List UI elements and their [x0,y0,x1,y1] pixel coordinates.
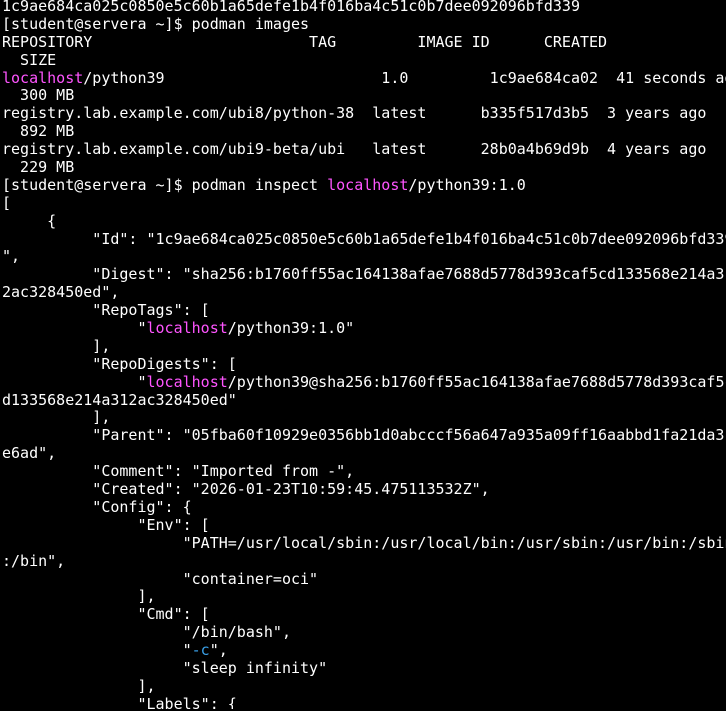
terminal-line: "PATH=/usr/local/sbin:/usr/local/bin:/us… [2,535,726,553]
terminal-text: d133568e214a312ac328450ed" [2,391,237,409]
terminal-text: "sleep infinity" [2,659,328,677]
highlighted-flag: -c [191,642,210,660]
terminal-line: "/bin/bash", [2,624,726,642]
terminal-line: "Comment": "Imported from -", [2,463,726,481]
terminal-line: "Env": [ [2,517,726,535]
terminal-line: "RepoDigests": [ [2,356,726,374]
terminal-line: ], [2,409,726,427]
terminal-text: /python39:1.0 [408,176,526,194]
terminal-line: [ [2,195,726,213]
terminal-line: registry.lab.example.com/ubi8/python-38 … [2,105,726,123]
terminal-window[interactable]: 1c9ae684ca025c0850e5c60b1a65defe1b4f016b… [0,0,726,709]
terminal-text: 1c9ae684ca025c0850e5c60b1a65defe1b4f016b… [2,0,580,15]
terminal-text: "Cmd": [ [2,606,210,624]
terminal-text: ], [2,409,111,427]
terminal-line: "-c", [2,642,726,660]
terminal-text: "Labels": { [2,695,237,709]
terminal-line: localhost/python39 1.0 1c9ae684ca02 41 s… [2,70,726,88]
terminal-text: "Id": "1c9ae684ca025c0850e5c60b1a65defe1… [2,230,726,248]
terminal-line: "Parent": "05fba60f10929e0356bb1d0abcccf… [2,427,726,445]
terminal-line: REPOSITORY TAG IMAGE ID CREATED [2,34,726,52]
terminal-line: d133568e214a312ac328450ed" [2,392,726,410]
highlighted-hostname: localhost [146,373,228,391]
terminal-line: "Created": "2026-01-23T10:59:45.47511353… [2,481,726,499]
terminal-text: [student@servera ~]$ podman inspect [2,176,328,194]
terminal-text: "Digest": "sha256:b1760ff55ac164138afae7… [2,266,726,284]
terminal-text: 300 MB [2,87,75,105]
terminal-line: "container=oci" [2,571,726,589]
terminal-text: "RepoTags": [ [2,302,210,320]
terminal-text: registry.lab.example.com/ubi9-beta/ubi l… [2,141,707,159]
terminal-line: "localhost/python39:1.0" [2,320,726,338]
terminal-line: "Cmd": [ [2,606,726,624]
terminal-line: 1c9ae684ca025c0850e5c60b1a65defe1b4f016b… [2,0,726,16]
terminal-text: ", [2,248,21,266]
terminal-line: SIZE [2,52,726,70]
terminal-line: [student@servera ~]$ podman images [2,16,726,34]
terminal-text: /python39 1.0 1c9ae684ca02 41 seconds ag… [83,69,726,87]
terminal-line: "sleep infinity" [2,660,726,678]
terminal-text: "PATH=/usr/local/sbin:/usr/local/bin:/us… [2,534,726,552]
terminal-line: { [2,213,726,231]
highlighted-hostname: localhost [146,320,228,338]
terminal-line: 892 MB [2,123,726,141]
terminal-text: ], [2,337,111,355]
terminal-text: SIZE [2,51,57,69]
terminal-text: 229 MB [2,159,75,177]
terminal-line: "localhost/python39@sha256:b1760ff55ac16… [2,374,726,392]
terminal-text: " [2,320,147,338]
terminal-line: e6ad", [2,445,726,463]
terminal-line: ], [2,678,726,696]
highlighted-hostname: localhost [327,176,409,194]
terminal-text: { [2,212,57,230]
terminal-text: "Config": { [2,498,192,516]
terminal-text: "Created": "2026-01-23T10:59:45.47511353… [2,481,490,499]
terminal-text: REPOSITORY TAG IMAGE ID CREATED [2,33,608,51]
terminal-line: "Id": "1c9ae684ca025c0850e5c60b1a65defe1… [2,231,726,249]
terminal-text: "RepoDigests": [ [2,355,237,373]
terminal-line: registry.lab.example.com/ubi9-beta/ubi l… [2,141,726,159]
terminal-text: 2ac328450ed", [2,284,120,302]
terminal-line: [student@servera ~]$ podman inspect loca… [2,177,726,195]
terminal-line: ], [2,588,726,606]
terminal-text: "Parent": "05fba60f10929e0356bb1d0abcccf… [2,427,726,445]
terminal-text: "container=oci" [2,570,319,588]
terminal-text: " [2,373,147,391]
terminal-text: registry.lab.example.com/ubi8/python-38 … [2,105,707,123]
terminal-text: "Env": [ [2,516,210,534]
terminal-text: [student@servera ~]$ podman images [2,15,310,33]
terminal-line: ", [2,248,726,266]
terminal-text: "Comment": "Imported from -", [2,463,355,481]
terminal-text: 892 MB [2,123,75,141]
terminal-text: ], [2,588,156,606]
terminal-line: "Labels": { [2,696,726,709]
terminal-line: "RepoTags": [ [2,302,726,320]
terminal-text: /python39@sha256:b1760ff55ac164138afae76… [227,373,726,391]
terminal-text: e6ad", [2,445,57,463]
terminal-line: 300 MB [2,87,726,105]
terminal-line: 229 MB [2,159,726,177]
terminal-text: [ [2,194,12,212]
terminal-line: "Digest": "sha256:b1760ff55ac164138afae7… [2,266,726,284]
terminal-text: ], [2,677,156,695]
terminal-text: /python39:1.0" [227,320,355,338]
terminal-line: "Config": { [2,499,726,517]
terminal-text: :/bin", [2,552,66,570]
terminal-text: " [2,642,192,660]
terminal-line: :/bin", [2,553,726,571]
terminal-line: 2ac328450ed", [2,284,726,302]
terminal-line: ], [2,338,726,356]
terminal-text: ", [209,642,228,660]
terminal-text: "/bin/bash", [2,624,291,642]
highlighted-hostname: localhost [2,69,84,87]
